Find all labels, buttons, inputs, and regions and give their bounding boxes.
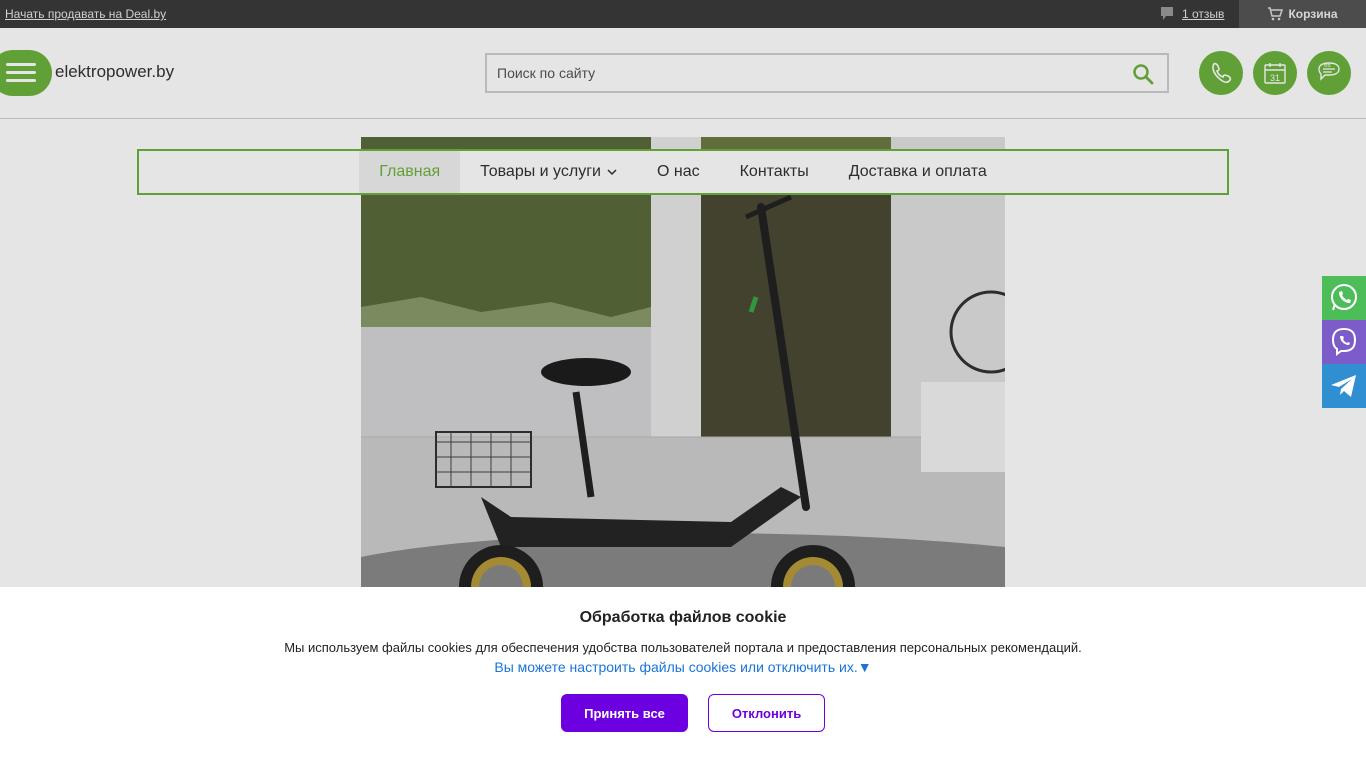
svg-text:66: 66 — [1324, 63, 1331, 69]
nav-item-home[interactable]: Главная — [359, 151, 461, 193]
cart-button[interactable]: Корзина — [1239, 0, 1366, 28]
cart-label: Корзина — [1288, 7, 1338, 21]
viber-button[interactable] — [1322, 320, 1366, 364]
nav-item-contacts[interactable]: Контакты — [720, 151, 829, 193]
telegram-icon — [1331, 375, 1356, 397]
accept-all-button[interactable]: Принять все — [561, 694, 688, 732]
reviews-link[interactable]: 1 отзыв — [1182, 7, 1224, 21]
nav-item-about[interactable]: О нас — [637, 151, 720, 193]
decline-button[interactable]: Отклонить — [708, 694, 825, 732]
phone-button[interactable] — [1199, 51, 1243, 95]
nav-item-delivery[interactable]: Доставка и оплата — [829, 151, 1007, 193]
burger-menu-button[interactable] — [0, 50, 52, 96]
top-bar: Начать продавать на Deal.by 1 отзыв Корз… — [0, 0, 1366, 28]
chat-button[interactable]: 66 — [1307, 51, 1351, 95]
cookie-settings-link[interactable]: Вы можете настроить файлы cookies или от… — [0, 659, 1366, 675]
whatsapp-button[interactable] — [1322, 276, 1366, 320]
cookie-description: Мы используем файлы cookies для обеспече… — [284, 640, 1082, 655]
cart-icon — [1268, 7, 1284, 21]
burger-icon — [6, 63, 36, 66]
main-nav: Главная Товары и услуги О нас Контакты Д… — [137, 149, 1229, 195]
chat-quote-icon: 66 — [1318, 62, 1340, 81]
viber-icon — [1331, 327, 1357, 356]
start-selling-link[interactable]: Начать продавать на Deal.by — [5, 7, 166, 21]
telegram-button[interactable] — [1322, 364, 1366, 408]
search-box — [485, 53, 1169, 93]
search-input[interactable] — [497, 63, 1097, 83]
calendar-button[interactable]: 31 — [1253, 51, 1297, 95]
phone-icon — [1212, 62, 1232, 84]
hero-image — [361, 137, 1005, 607]
header: elektropower.by 31 66 — [0, 28, 1366, 119]
search-icon[interactable] — [1131, 62, 1155, 86]
svg-text:31: 31 — [1270, 73, 1280, 83]
nav-item-products[interactable]: Товары и услуги — [460, 151, 637, 193]
site-name[interactable]: elektropower.by — [55, 62, 174, 82]
reviews-block: 1 отзыв — [1160, 0, 1224, 28]
cookie-title: Обработка файлов cookie — [579, 609, 787, 626]
chevron-down-icon — [607, 168, 617, 175]
cookie-banner: Обработка файлов cookie Мы используем фа… — [0, 587, 1366, 768]
whatsapp-icon — [1331, 284, 1357, 311]
calendar-icon: 31 — [1264, 63, 1286, 84]
comment-icon — [1161, 7, 1173, 20]
